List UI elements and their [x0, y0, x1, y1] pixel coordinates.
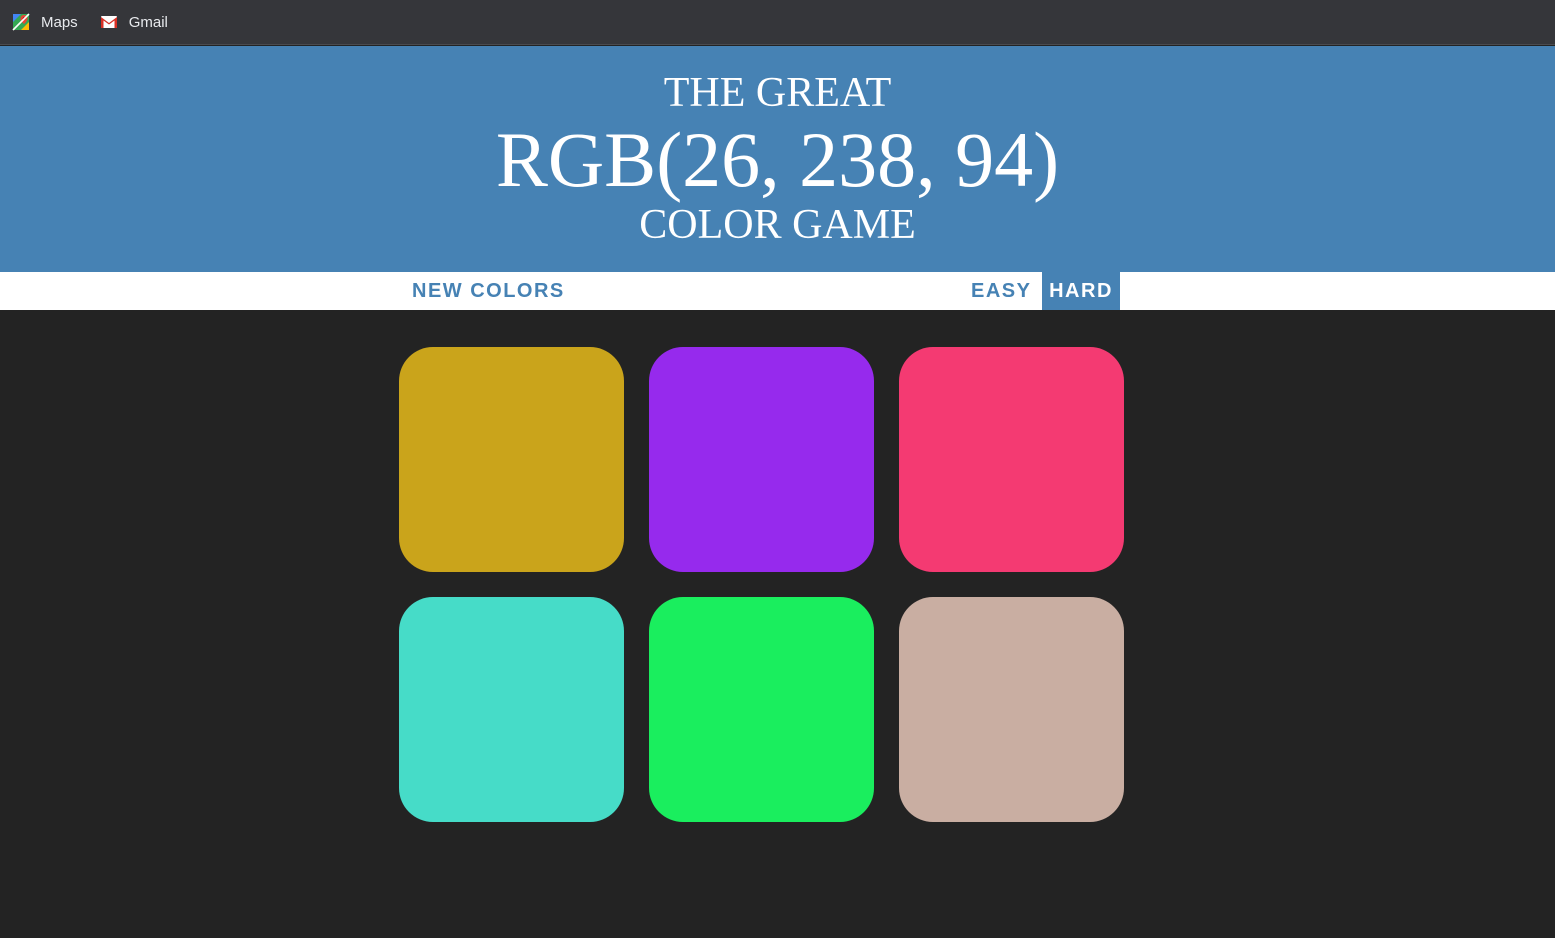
bookmark-maps[interactable]: Maps [12, 7, 88, 37]
color-square[interactable] [899, 347, 1124, 572]
easy-mode-button[interactable]: EASY [963, 272, 1040, 310]
color-grid [399, 347, 1125, 823]
bookmarks-bar: Maps Gmail [0, 0, 1555, 45]
control-stripe: NEW COLORS EASY HARD [0, 272, 1555, 310]
color-square[interactable] [649, 347, 874, 572]
new-colors-button[interactable]: NEW COLORS [404, 272, 573, 310]
header-title-top: THE GREAT [663, 70, 892, 116]
hard-mode-button[interactable]: HARD [1042, 272, 1120, 310]
color-square[interactable] [649, 597, 874, 822]
game-header: THE GREAT RGB(26, 238, 94) COLOR GAME [0, 46, 1555, 272]
gmail-icon [100, 16, 117, 28]
color-square[interactable] [399, 597, 624, 822]
maps-icon [12, 13, 30, 31]
color-square[interactable] [399, 347, 624, 572]
bookmark-label: Maps [41, 13, 78, 31]
bookmark-gmail[interactable]: Gmail [100, 7, 178, 37]
bookmark-label: Gmail [128, 13, 168, 31]
target-color-display: RGB(26, 238, 94) [495, 116, 1060, 203]
color-square[interactable] [899, 597, 1124, 822]
header-title-bottom: COLOR GAME [639, 202, 916, 248]
